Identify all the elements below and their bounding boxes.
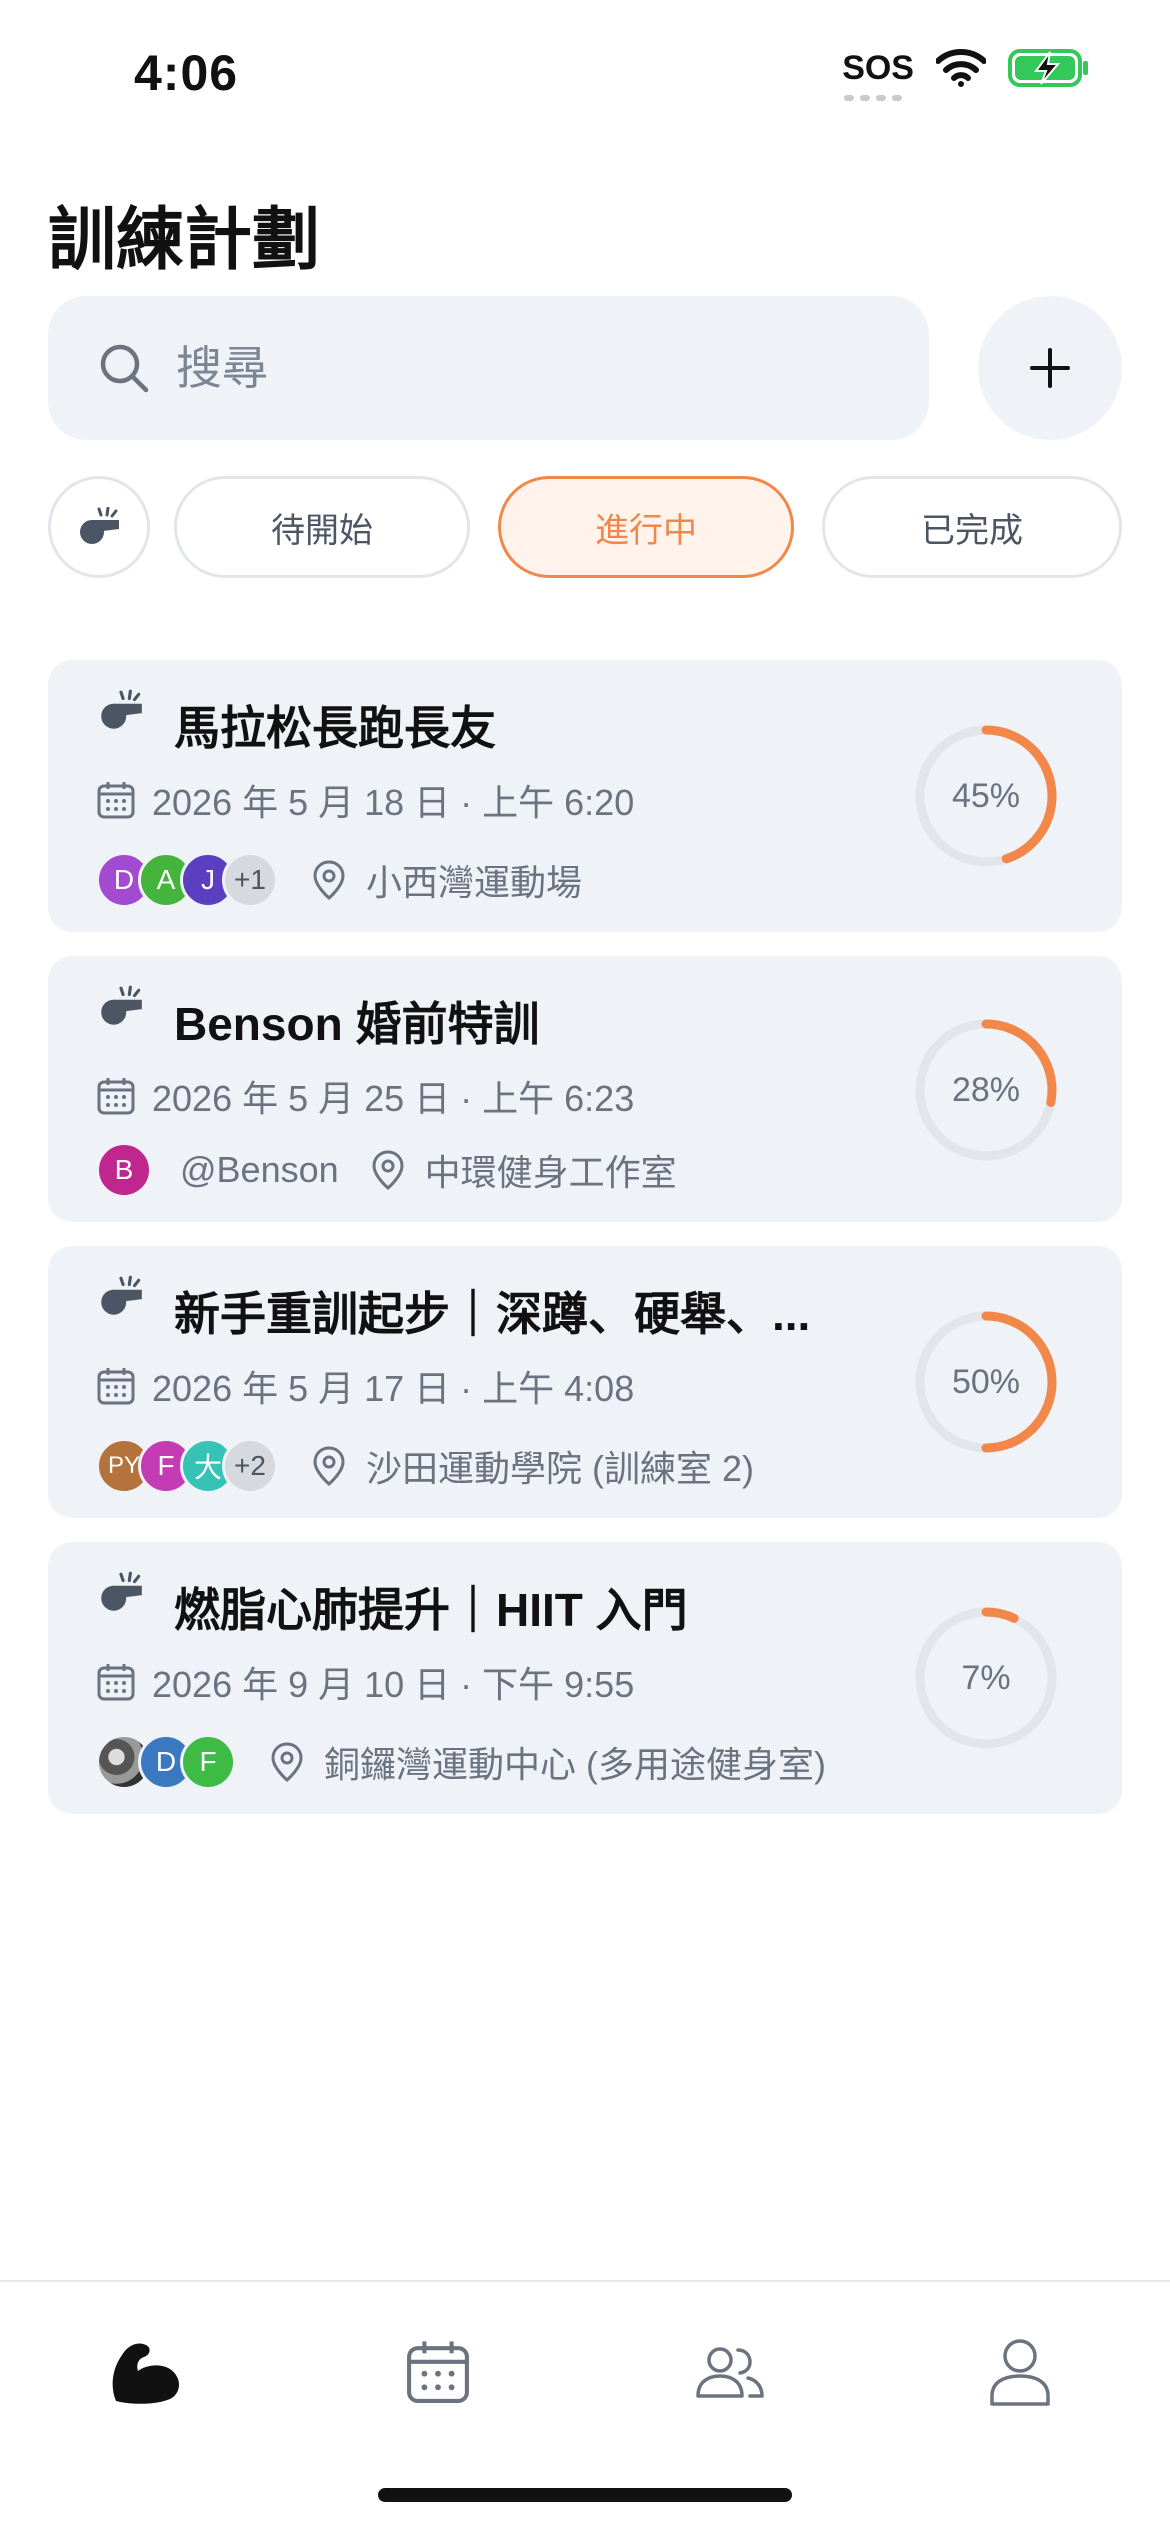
- whistle-icon: [80, 507, 119, 544]
- whistle-icon: [101, 689, 142, 729]
- whistle-icon: [101, 1275, 142, 1315]
- search-input[interactable]: [176, 341, 876, 395]
- location-pin-icon: [313, 1446, 345, 1486]
- training-plans-screen: 4:06 SOS 訓練計劃 搜尋 待開始 進行中 已完成 馬拉松長跑長友 202…: [0, 0, 1170, 2532]
- calendar-icon: [97, 782, 135, 819]
- progress-label: 45%: [951, 776, 1021, 815]
- plan-location: 中環健身工作室: [371, 1144, 677, 1196]
- whistle-icon: [101, 1571, 142, 1611]
- location-pin-icon: [372, 1150, 404, 1190]
- search-bar[interactable]: [48, 296, 929, 440]
- avatar: B: [96, 1142, 152, 1198]
- tab-plans[interactable]: [96, 2322, 196, 2422]
- plan-meta: PY F 大 +2 沙田運動學院 (訓練室 2): [96, 1438, 754, 1494]
- progress-label: 28%: [951, 1070, 1021, 1109]
- plan-location: 小西灣運動場: [312, 854, 582, 906]
- plan-card[interactable]: 燃脂心肺提升｜HIIT 入門 2026 年 9 月 10 日 · 下午 9:55…: [48, 1542, 1122, 1814]
- sos-label: SOS: [842, 48, 914, 87]
- plan-location-text: 銅鑼灣運動中心 (多用途健身室): [324, 1744, 826, 1785]
- plan-date: 2026 年 5 月 25 日 · 上午 6:23: [96, 1070, 634, 1122]
- plan-title: 燃脂心肺提升｜HIIT 入門: [174, 1584, 688, 1636]
- participant-avatars: D A J +1: [96, 852, 278, 908]
- plan-date-text: 2026 年 5 月 18 日 · 上午 6:20: [152, 782, 635, 823]
- calendar-icon: [97, 1368, 135, 1405]
- plan-location: 沙田運動學院 (訓練室 2): [312, 1440, 754, 1492]
- filter-completed[interactable]: 已完成: [822, 476, 1122, 578]
- plan-location: 銅鑼灣運動中心 (多用途健身室): [270, 1736, 826, 1788]
- flexed-bicep-icon: [112, 2343, 179, 2404]
- plan-date: 2026 年 9 月 10 日 · 下午 9:55: [96, 1656, 634, 1708]
- progress-label: 7%: [961, 1658, 1011, 1697]
- location-pin-icon: [313, 860, 345, 900]
- calendar-icon: [407, 2341, 469, 2403]
- participant-avatars: D F: [96, 1734, 236, 1790]
- participant-avatars: B: [96, 1142, 152, 1198]
- plan-meta: D A J +1 小西灣運動場: [96, 852, 582, 908]
- location-pin-icon: [271, 1742, 303, 1782]
- filter-in-progress[interactable]: 進行中: [498, 476, 794, 578]
- participant-avatars: PY F 大 +2: [96, 1438, 278, 1494]
- plan-title: 新手重訓起步｜深蹲、硬舉、...: [174, 1288, 811, 1340]
- calendar-icon: [97, 1078, 135, 1115]
- filter-coach-toggle[interactable]: [48, 476, 150, 578]
- home-indicator: [378, 2488, 792, 2502]
- status-time: 4:06: [134, 45, 239, 101]
- tab-friends[interactable]: [680, 2322, 780, 2422]
- people-icon: [696, 2347, 764, 2398]
- search-icon: [100, 344, 149, 393]
- plus-icon: [1030, 348, 1070, 388]
- sos-indicator: SOS: [842, 48, 914, 101]
- whistle-icon: [101, 985, 142, 1025]
- plan-meta: D F 銅鑼灣運動中心 (多用途健身室): [96, 1734, 826, 1790]
- tab-profile[interactable]: [970, 2322, 1070, 2422]
- avatar-more-count: +2: [222, 1438, 278, 1494]
- add-plan-button[interactable]: [978, 296, 1122, 440]
- sos-dots: [844, 94, 903, 101]
- battery-charging-icon: [1008, 49, 1088, 87]
- plan-date: 2026 年 5 月 18 日 · 上午 6:20: [96, 774, 634, 826]
- plan-card[interactable]: 新手重訓起步｜深蹲、硬舉、... 2026 年 5 月 17 日 · 上午 4:…: [48, 1246, 1122, 1518]
- calendar-icon: [97, 1664, 135, 1701]
- plan-date-text: 2026 年 9 月 10 日 · 下午 9:55: [152, 1664, 635, 1705]
- plan-title: Benson 婚前特訓: [174, 998, 540, 1050]
- avatar-more-count: +1: [222, 852, 278, 908]
- tab-calendar[interactable]: [388, 2322, 488, 2422]
- plan-location-text: 小西灣運動場: [366, 862, 583, 903]
- participant-handle: @Benson: [180, 1149, 339, 1190]
- plan-location-text: 中環健身工作室: [424, 1152, 677, 1193]
- person-icon: [990, 2339, 1050, 2406]
- plan-date-text: 2026 年 5 月 25 日 · 上午 6:23: [152, 1078, 635, 1119]
- plan-location-text: 沙田運動學院 (訓練室 2): [366, 1448, 755, 1489]
- wifi-icon: [936, 49, 986, 87]
- plan-date: 2026 年 5 月 17 日 · 上午 4:08: [96, 1360, 634, 1412]
- plan-title: 馬拉松長跑長友: [174, 702, 496, 754]
- filter-upcoming[interactable]: 待開始: [174, 476, 470, 578]
- plan-card[interactable]: Benson 婚前特訓 2026 年 5 月 25 日 · 上午 6:23 B …: [48, 956, 1122, 1222]
- avatar: F: [180, 1734, 236, 1790]
- plan-meta: B @Benson 中環健身工作室: [96, 1142, 677, 1198]
- status-icons: SOS: [842, 48, 1090, 101]
- plan-card[interactable]: 馬拉松長跑長友 2026 年 5 月 18 日 · 上午 6:20 D A J …: [48, 660, 1122, 932]
- plan-date-text: 2026 年 5 月 17 日 · 上午 4:08: [152, 1368, 635, 1409]
- page-title: 訓練計劃: [48, 202, 321, 278]
- progress-label: 50%: [951, 1362, 1021, 1401]
